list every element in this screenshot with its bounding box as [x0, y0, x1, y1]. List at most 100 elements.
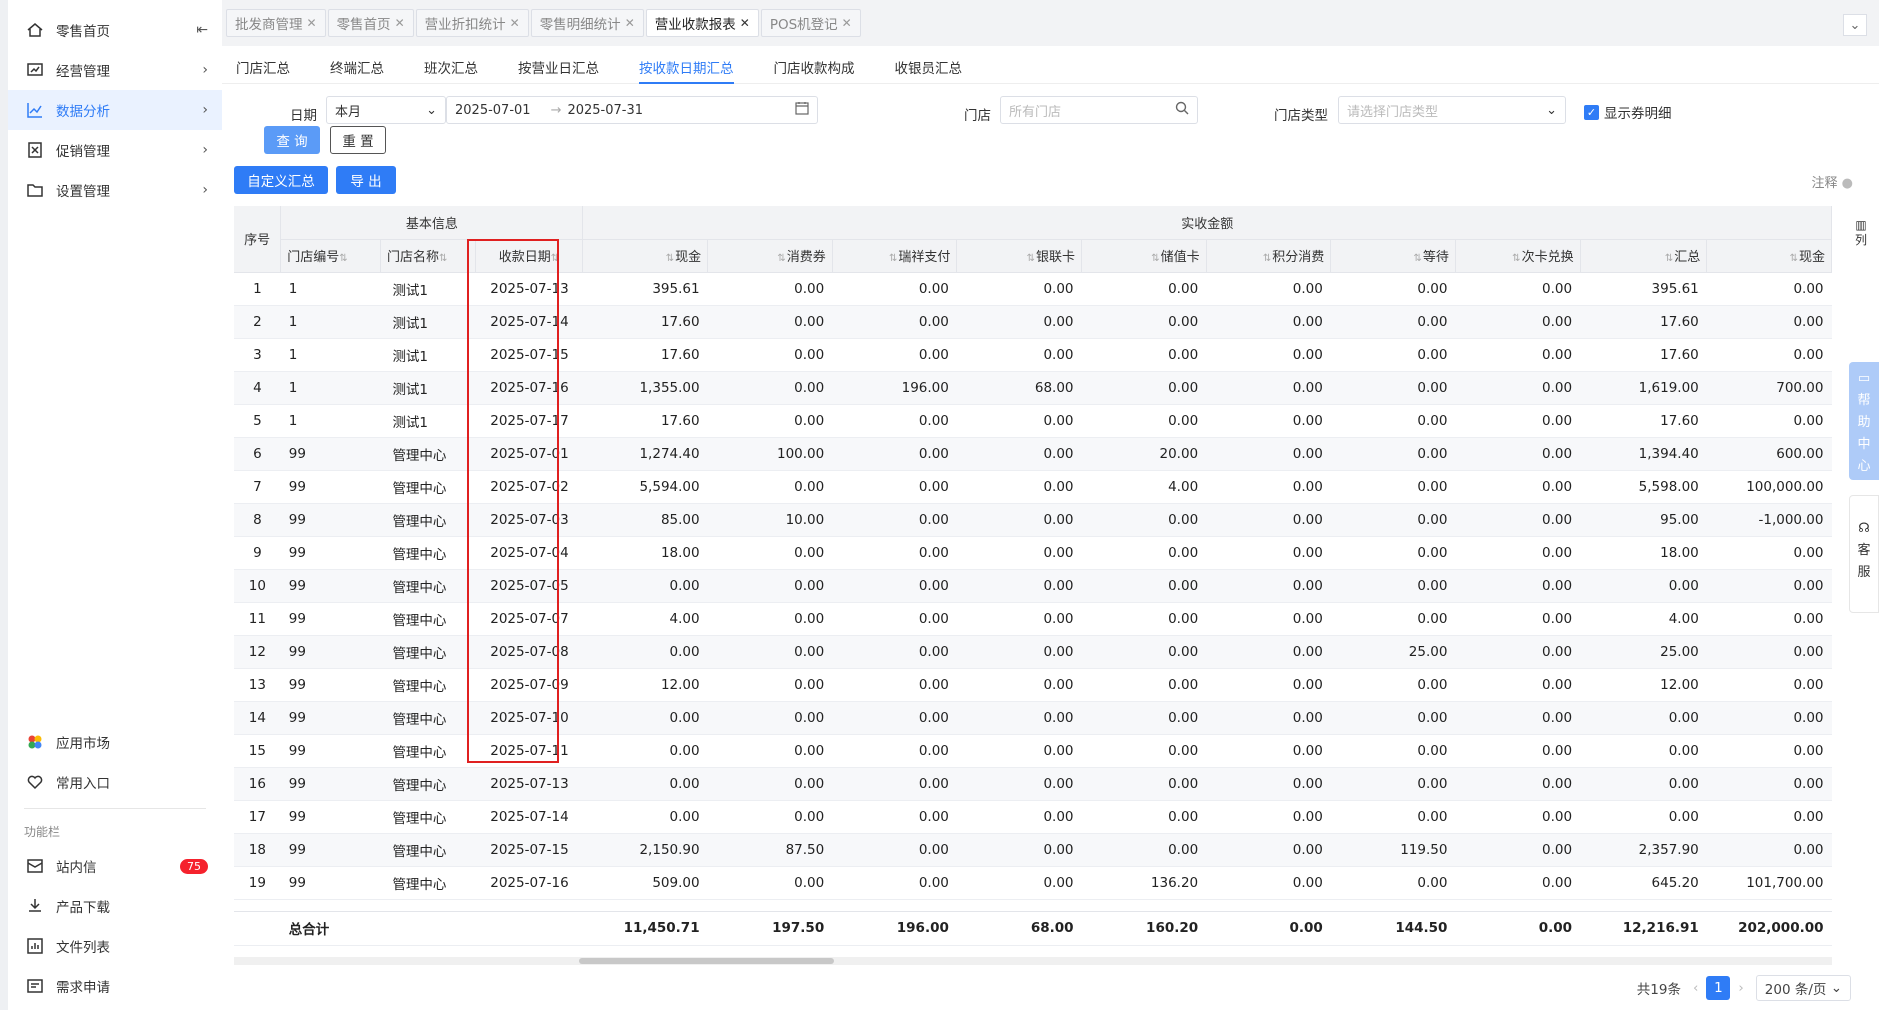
tab-pos-register[interactable]: POS机登记 ✕: [760, 9, 861, 37]
subtab-terminal-summary[interactable]: 终端汇总: [330, 50, 384, 84]
column-header[interactable]: ⇅消费券: [707, 239, 833, 273]
customer-service-button[interactable]: ☊ 客服: [1849, 495, 1879, 613]
column-settings-button[interactable]: ▥ 列: [1853, 218, 1869, 248]
subtab-receipt-date-summary[interactable]: 按收款日期汇总: [639, 50, 734, 84]
sidebar-item-settings[interactable]: 设置管理 ›: [8, 170, 222, 210]
table-row[interactable]: 3 1 测试1 2025-07-15 17.60 0.00 0.00 0.00 0.00 0.00…: [234, 338, 1832, 372]
start-date-input[interactable]: 2025-07-01: [455, 103, 531, 118]
tab-retail-home[interactable]: 零售首页 ✕: [327, 9, 414, 37]
table-cell: 0.00: [1206, 272, 1331, 306]
column-header[interactable]: ⇅汇总: [1580, 239, 1708, 273]
show-coupon-detail-checkbox[interactable]: ✓ 显示券明细: [1584, 102, 1672, 122]
tab-retail-detail[interactable]: 零售明细统计 ✕: [530, 9, 644, 37]
table-row[interactable]: 1 1 测试1 2025-07-13 395.61 0.00 0.00 0.00 0.00 0.0…: [234, 272, 1832, 306]
subtab-store-summary[interactable]: 门店汇总: [236, 50, 290, 84]
column-header[interactable]: 门店编号⇅: [280, 239, 381, 273]
table-row[interactable]: 17 99 管理中心 2025-07-14 0.00 0.00 0.00 0.00 0.00 0.…: [234, 800, 1832, 834]
sort-icon[interactable]: ⇅: [1512, 253, 1520, 264]
sidebar-item-retail-home[interactable]: 零售首页 ⇤: [8, 10, 222, 50]
column-header[interactable]: 门店名称⇅: [380, 239, 477, 273]
table-cell: 1,619.00: [1580, 371, 1707, 405]
sidebar-item-download[interactable]: 产品下载: [8, 886, 222, 926]
export-button[interactable]: 导 出: [336, 166, 396, 194]
sidebar-item-request[interactable]: 需求申请: [8, 966, 222, 1006]
query-button[interactable]: 查 询: [264, 126, 320, 154]
table-row[interactable]: 9 99 管理中心 2025-07-04 18.00 0.00 0.00 0.00 0.00 0.…: [234, 536, 1832, 570]
page-1-button[interactable]: 1: [1706, 976, 1731, 1000]
horizontal-scrollbar[interactable]: [234, 957, 1832, 965]
sort-icon[interactable]: ⇅: [666, 253, 674, 264]
custom-summary-button[interactable]: 自定义汇总: [234, 166, 328, 194]
table-row[interactable]: 7 99 管理中心 2025-07-02 5,594.00 0.00 0.00 0.00 4.0…: [234, 470, 1832, 504]
sort-icon[interactable]: ⇅: [551, 253, 559, 264]
sidebar-item-inbox[interactable]: 站内信 75: [8, 846, 222, 886]
store-select[interactable]: 所有门店: [1000, 96, 1198, 124]
close-icon[interactable]: ✕: [395, 16, 405, 30]
tabs-dropdown-button[interactable]: ⌄: [1843, 14, 1867, 36]
close-icon[interactable]: ✕: [307, 16, 317, 30]
sidebar-item-data-analysis[interactable]: 数据分析 ›: [8, 90, 222, 130]
table-row[interactable]: 5 1 测试1 2025-07-17 17.60 0.00 0.00 0.00 0.00 0.00…: [234, 404, 1832, 438]
sidebar-item-file-list[interactable]: 文件列表: [8, 926, 222, 966]
sort-icon[interactable]: ⇅: [1414, 253, 1422, 264]
date-range-picker[interactable]: 2025-07-01 → 2025-07-31: [446, 96, 818, 124]
table-row[interactable]: 6 99 管理中心 2025-07-01 1,274.40 100.00 0.00 0.00 2…: [234, 437, 1832, 471]
table-row[interactable]: 10 99 管理中心 2025-07-05 0.00 0.00 0.00 0.00 0.00 0.…: [234, 569, 1832, 603]
tab-receipt-report[interactable]: 营业收款报表 ✕: [645, 9, 759, 37]
column-header[interactable]: ⇅等待: [1330, 239, 1456, 273]
subtab-business-day-summary[interactable]: 按营业日汇总: [518, 50, 599, 84]
next-page-icon[interactable]: ›: [1738, 980, 1743, 996]
sort-icon[interactable]: ⇅: [1027, 253, 1035, 264]
tab-discount-stats[interactable]: 营业折扣统计 ✕: [415, 9, 529, 37]
prev-page-icon[interactable]: ‹: [1693, 980, 1698, 996]
table-row[interactable]: 19 99 管理中心 2025-07-16 509.00 0.00 0.00 0.00 136.…: [234, 866, 1832, 900]
table-row[interactable]: 8 99 管理中心 2025-07-03 85.00 10.00 0.00 0.00 0.00 0…: [234, 503, 1832, 537]
table-row[interactable]: 2 1 测试1 2025-07-14 17.60 0.00 0.00 0.00 0.00 0.00…: [234, 305, 1832, 339]
sidebar-item-promotion[interactable]: 促销管理 ›: [8, 130, 222, 170]
sort-icon[interactable]: ⇅: [1263, 253, 1271, 264]
close-icon[interactable]: ✕: [625, 16, 635, 30]
column-header[interactable]: ⇅现金: [1706, 239, 1832, 273]
sort-icon[interactable]: ⇅: [777, 253, 785, 264]
column-header[interactable]: ⇅储值卡: [1081, 239, 1207, 273]
table-row[interactable]: 15 99 管理中心 2025-07-11 0.00 0.00 0.00 0.00 0.00 0.…: [234, 734, 1832, 768]
close-icon[interactable]: ✕: [842, 16, 852, 30]
column-header[interactable]: ⇅现金: [582, 239, 709, 273]
sort-icon[interactable]: ⇅: [1151, 253, 1159, 264]
table-row[interactable]: 4 1 测试1 2025-07-16 1,355.00 0.00 196.00 68.00 0.…: [234, 371, 1832, 405]
table-row[interactable]: 16 99 管理中心 2025-07-13 0.00 0.00 0.00 0.00 0.00 0.…: [234, 767, 1832, 801]
sort-icon[interactable]: ⇅: [339, 253, 347, 264]
sidebar-item-favorites[interactable]: 常用入口: [8, 762, 222, 802]
table-row[interactable]: 11 99 管理中心 2025-07-07 4.00 0.00 0.00 0.00 0.00 0.…: [234, 602, 1832, 636]
column-header[interactable]: ⇅积分消费: [1206, 239, 1332, 273]
sidebar-item-business[interactable]: 经营管理 ›: [8, 50, 222, 90]
table-row[interactable]: 18 99 管理中心 2025-07-15 2,150.90 87.50 0.00 0.00 0…: [234, 833, 1832, 867]
sidebar-item-app-market[interactable]: 应用市场: [8, 722, 222, 762]
sort-icon[interactable]: ⇅: [439, 253, 447, 264]
column-header[interactable]: ⇅银联卡: [956, 239, 1083, 273]
help-center-button[interactable]: ▭ 帮助中心: [1849, 362, 1879, 480]
column-header[interactable]: ⇅次卡兑换: [1455, 239, 1581, 273]
scrollbar-thumb[interactable]: [579, 958, 834, 964]
tab-wholesaler[interactable]: 批发商管理 ✕: [226, 9, 326, 37]
table-row[interactable]: 12 99 管理中心 2025-07-08 0.00 0.00 0.00 0.00 0.00 0.…: [234, 635, 1832, 669]
page-size-select[interactable]: 200 条/页 ⌄: [1755, 975, 1851, 1001]
close-icon[interactable]: ✕: [740, 16, 750, 30]
column-header[interactable]: ⇅瑞祥支付: [832, 239, 958, 273]
column-header[interactable]: 收款日期⇅: [475, 239, 584, 273]
date-range-select[interactable]: 本月 ⌄: [326, 96, 446, 124]
close-icon[interactable]: ✕: [510, 16, 520, 30]
subtab-shift-summary[interactable]: 班次汇总: [424, 50, 478, 84]
notes-link[interactable]: 注释 ●: [1812, 172, 1854, 191]
end-date-input[interactable]: 2025-07-31: [561, 103, 795, 118]
collapse-sidebar-icon[interactable]: ⇤: [196, 22, 208, 38]
store-type-select[interactable]: 请选择门店类型 ⌄: [1338, 96, 1566, 124]
subtab-store-receipt-composition[interactable]: 门店收款构成: [774, 50, 855, 84]
subtab-cashier-summary[interactable]: 收银员汇总: [895, 50, 963, 84]
sort-icon[interactable]: ⇅: [1790, 253, 1798, 264]
table-row[interactable]: 14 99 管理中心 2025-07-10 0.00 0.00 0.00 0.00 0.00 0.…: [234, 701, 1832, 735]
sort-icon[interactable]: ⇅: [889, 253, 897, 264]
reset-button[interactable]: 重 置: [330, 126, 386, 154]
table-row[interactable]: 13 99 管理中心 2025-07-09 12.00 0.00 0.00 0.00 0.00 0…: [234, 668, 1832, 702]
sort-icon[interactable]: ⇅: [1665, 253, 1673, 264]
